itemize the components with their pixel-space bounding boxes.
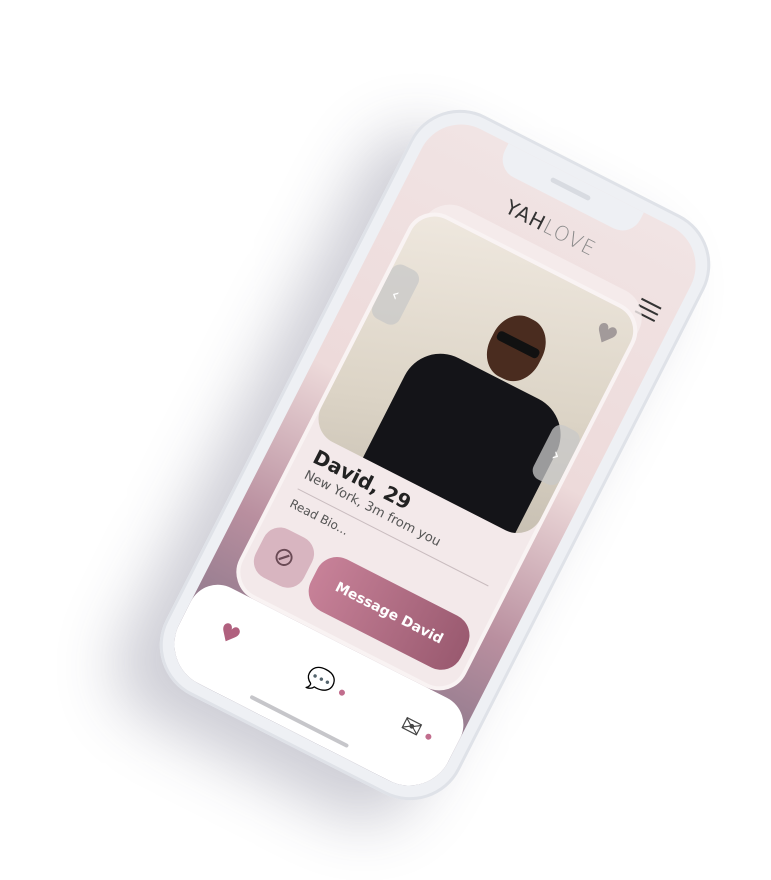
notification-dot: [423, 732, 433, 741]
chat-bubbles-icon: 💬: [301, 661, 341, 700]
block-icon: ⊘: [267, 539, 301, 576]
speaker: [549, 176, 592, 202]
chevron-left-icon: ‹: [387, 283, 404, 306]
tab-likes[interactable]: ♥: [213, 617, 245, 652]
heart-icon[interactable]: ♥: [588, 317, 622, 354]
app-screen: YAHLOVE ‹ › ♥ David, 29 New York, 3m fro…: [159, 109, 711, 801]
previous-photo-button[interactable]: ‹: [368, 261, 423, 329]
tab-chats[interactable]: 💬: [301, 661, 346, 700]
envelope-icon: ✉: [396, 709, 427, 745]
phone-frame: YAHLOVE ‹ › ♥ David, 29 New York, 3m fro…: [140, 90, 730, 820]
notification-dot: [337, 688, 346, 697]
tab-mail[interactable]: ✉: [396, 709, 433, 745]
home-indicator[interactable]: [249, 694, 350, 749]
chevron-right-icon: ›: [548, 444, 565, 467]
heart-icon: ♥: [213, 616, 246, 652]
